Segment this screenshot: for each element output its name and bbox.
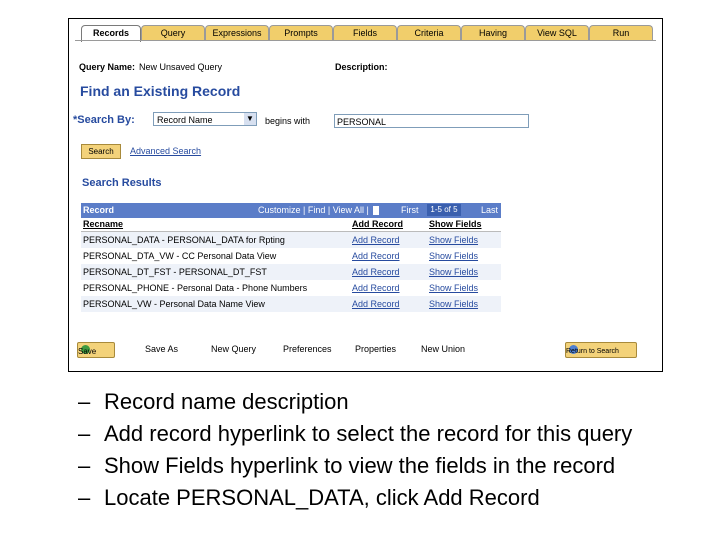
row-recname: PERSONAL_PHONE - Personal Data - Phone N…: [83, 283, 308, 293]
search-by-label: *Search By:: [73, 114, 135, 126]
table-row: PERSONAL_DT_FST - PERSONAL_DT_FST Add Re…: [81, 264, 501, 280]
preferences-link[interactable]: Preferences: [283, 344, 332, 354]
query-manager-screenshot: Records Query Expressions Prompts Fields…: [68, 18, 663, 372]
table-row: PERSONAL_DATA - PERSONAL_DATA for Rpting…: [81, 232, 501, 248]
grid-download-icon[interactable]: [373, 206, 379, 215]
new-query-link[interactable]: New Query: [211, 344, 256, 354]
grid-column-headers: Recname Add Record Show Fields: [81, 218, 501, 232]
add-record-link[interactable]: Add Record: [352, 235, 400, 245]
bullet-marker: –: [78, 389, 91, 414]
search-by-dropdown[interactable]: Record Name ▼: [153, 112, 257, 126]
tab-criteria[interactable]: Criteria: [397, 25, 461, 40]
bullet-text: Record name description: [104, 389, 349, 414]
grid-row-count: 1-5 of 5: [427, 204, 461, 216]
bullet-marker: –: [78, 485, 91, 510]
show-fields-link[interactable]: Show Fields: [429, 251, 478, 261]
grid-customize-links[interactable]: Customize | Find | View All |: [258, 205, 369, 215]
tab-run[interactable]: Run: [589, 25, 653, 40]
bullet-item: – Add record hyperlink to select the reco…: [78, 418, 632, 450]
save-button[interactable]: Save: [77, 342, 115, 358]
tab-divider: [75, 40, 656, 41]
bullet-marker: –: [78, 453, 91, 478]
description-label: Description:: [335, 62, 388, 72]
show-fields-link[interactable]: Show Fields: [429, 267, 478, 277]
column-recname[interactable]: Recname: [83, 219, 123, 229]
row-recname: PERSONAL_VW - Personal Data Name View: [83, 299, 265, 309]
column-add-record[interactable]: Add Record: [352, 219, 403, 229]
bullet-text: Locate PERSONAL_DATA, click Add Record: [104, 485, 540, 510]
bullet-marker: –: [78, 421, 91, 446]
add-record-link[interactable]: Add Record: [352, 251, 400, 261]
bullet-item: – Record name description: [78, 386, 632, 418]
properties-link[interactable]: Properties: [355, 344, 396, 354]
table-row: PERSONAL_DTA_VW - CC Personal Data View …: [81, 248, 501, 264]
save-label: Save: [78, 347, 97, 356]
return-label: Return to Search: [566, 348, 619, 355]
show-fields-link[interactable]: Show Fields: [429, 299, 478, 309]
bullet-text: Add record hyperlink to select the recor…: [104, 421, 633, 446]
tab-having[interactable]: Having: [461, 25, 525, 40]
chevron-down-icon[interactable]: ▼: [244, 113, 256, 125]
return-to-search-button[interactable]: Return to Search: [565, 342, 637, 358]
query-name-value: New Unsaved Query: [139, 62, 223, 72]
add-record-link[interactable]: Add Record: [352, 283, 400, 293]
bullet-item: – Show Fields hyperlink to view the field…: [78, 450, 632, 482]
tab-prompts[interactable]: Prompts: [269, 25, 333, 40]
search-button[interactable]: Search: [81, 144, 121, 159]
table-row: PERSONAL_PHONE - Personal Data - Phone N…: [81, 280, 501, 296]
tab-query[interactable]: Query: [141, 25, 205, 40]
add-record-link[interactable]: Add Record: [352, 267, 400, 277]
table-row: PERSONAL_VW - Personal Data Name View Ad…: [81, 296, 501, 312]
query-name-label: Query Name:: [79, 62, 136, 72]
show-fields-link[interactable]: Show Fields: [429, 235, 478, 245]
grid-body: PERSONAL_DATA - PERSONAL_DATA for Rpting…: [81, 232, 501, 312]
results-grid: Record Customize | Find | View All | Fir…: [81, 203, 501, 312]
grid-last-link[interactable]: Last: [481, 205, 498, 215]
tab-strip: Records Query Expressions Prompts Fields…: [75, 25, 656, 42]
column-show-fields[interactable]: Show Fields: [429, 219, 482, 229]
tab-view-sql[interactable]: View SQL: [525, 25, 589, 40]
advanced-search-link[interactable]: Advanced Search: [130, 146, 201, 156]
save-as-link[interactable]: Save As: [145, 344, 178, 354]
add-record-link[interactable]: Add Record: [352, 299, 400, 309]
show-fields-link[interactable]: Show Fields: [429, 283, 478, 293]
grid-title: Record: [83, 205, 115, 215]
grid-first-link[interactable]: First: [401, 205, 419, 215]
row-recname: PERSONAL_DTA_VW - CC Personal Data View: [83, 251, 277, 261]
tab-expressions[interactable]: Expressions: [205, 25, 269, 40]
begins-with-label: begins with: [265, 116, 311, 126]
row-recname: PERSONAL_DATA - PERSONAL_DATA for Rpting: [83, 235, 285, 245]
new-union-link[interactable]: New Union: [421, 344, 465, 354]
tab-fields[interactable]: Fields: [333, 25, 397, 40]
find-existing-record-heading: Find an Existing Record: [80, 83, 241, 99]
bullet-text: Show Fields hyperlink to view the fields…: [104, 453, 616, 478]
search-results-heading: Search Results: [82, 177, 162, 189]
bullet-item: – Locate PERSONAL_DATA, click Add Record: [78, 482, 632, 514]
grid-header: Record Customize | Find | View All | Fir…: [81, 203, 501, 218]
bullet-list: – Record name description – Add record hyp…: [78, 386, 632, 514]
search-by-value: Record Name: [157, 115, 213, 125]
row-recname: PERSONAL_DT_FST - PERSONAL_DT_FST: [83, 267, 267, 277]
search-input[interactable]: PERSONAL: [334, 114, 529, 128]
bottom-toolbar: Save Save As New Query Preferences Prope…: [77, 342, 637, 358]
